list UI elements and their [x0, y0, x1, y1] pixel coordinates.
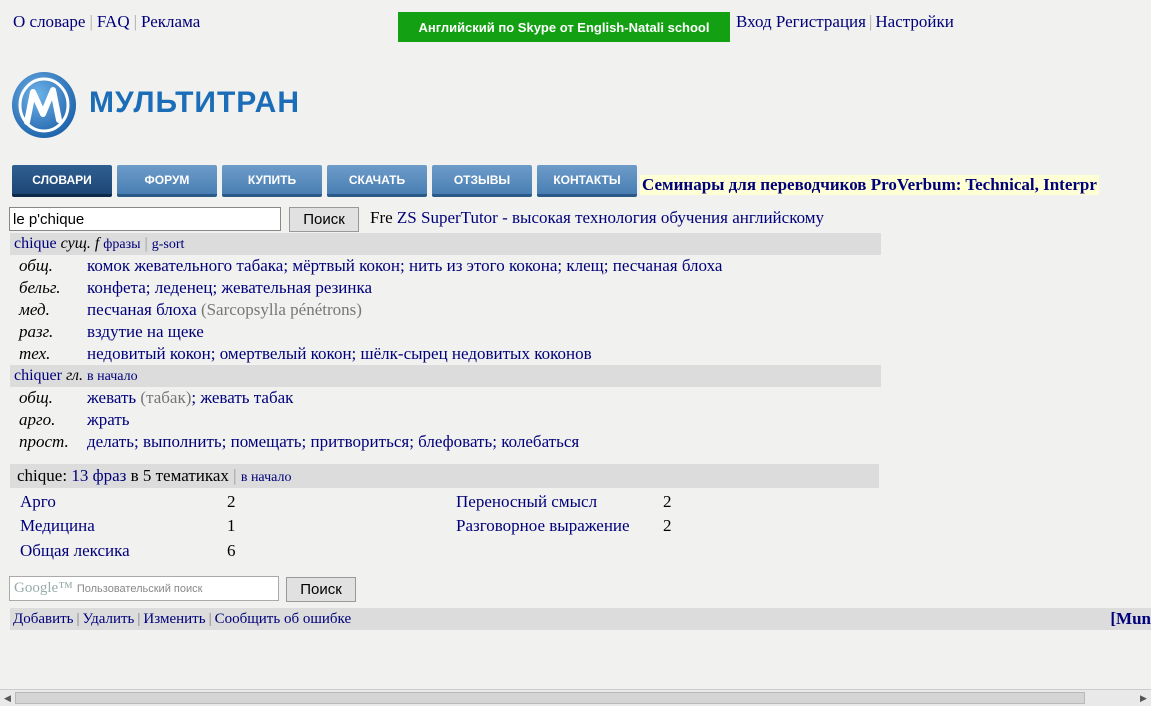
- subject-label: общ.: [19, 388, 53, 407]
- nav-download[interactable]: СКАЧАТЬ: [327, 165, 427, 197]
- part-of-speech: гл.: [65, 367, 83, 384]
- phrases-link[interactable]: фразы: [103, 237, 140, 252]
- nav-dictionaries[interactable]: СЛОВАРИ: [12, 165, 112, 197]
- nav-contacts[interactable]: КОНТАКТЫ: [537, 165, 637, 197]
- part-of-speech: сущ.: [60, 235, 91, 252]
- search-input[interactable]: [9, 207, 281, 231]
- summary-word: chique: [17, 466, 63, 485]
- translation-text[interactable]: вздутие на щеке: [87, 322, 204, 341]
- login-link[interactable]: Вход: [736, 12, 772, 31]
- ad-banner[interactable]: Английский по Skype от English-Natali sc…: [398, 12, 730, 42]
- subject-label: тех.: [19, 344, 51, 363]
- add-link[interactable]: Добавить: [13, 611, 74, 627]
- translation-text[interactable]: комок жевательного табака; мёртвый кокон…: [87, 256, 722, 275]
- topic-link[interactable]: Арго: [20, 490, 56, 514]
- nav-buy[interactable]: КУПИТЬ: [222, 165, 322, 197]
- delete-link[interactable]: Удалить: [83, 611, 135, 627]
- settings-link[interactable]: Настройки: [875, 12, 953, 31]
- translation-row: общ. комок жевательного табака; мёртвый к…: [19, 255, 722, 277]
- translation-row: прост. делать; выполнить; помещать; притв…: [19, 431, 579, 453]
- entry-word[interactable]: chique: [14, 235, 57, 252]
- footer-bar: Добавить | Удалить | Изменить | Сообщить об ош…: [10, 608, 1151, 630]
- translation-text[interactable]: жрать: [87, 410, 130, 429]
- google-logo: Google™: [14, 580, 73, 596]
- translation-note: (Sarcopsylla pénétrons): [200, 300, 362, 319]
- phrases-count-link[interactable]: 13 фраз: [71, 466, 126, 485]
- entry-header: chique сущ. f фразы | g-sort: [10, 233, 881, 255]
- report-error-link[interactable]: Сообщить об ошибке: [215, 611, 352, 627]
- topic-link[interactable]: Разговорное выражение: [456, 514, 630, 538]
- search-button[interactable]: Поиск: [289, 207, 359, 232]
- subject-label: мед.: [19, 300, 50, 319]
- subject-label: разг.: [19, 322, 54, 341]
- topic-count: 2: [663, 492, 672, 511]
- to-top-link[interactable]: в начало: [87, 369, 138, 384]
- topic-count: 2: [663, 516, 672, 535]
- entry-header: chiquer гл. в начало: [10, 365, 881, 387]
- topic-link[interactable]: Общая лексика: [20, 539, 130, 563]
- promo-line: Fre ZS SuperTutor - высокая технология о…: [370, 208, 824, 228]
- account-links: Вход Регистрация | Настройки: [736, 12, 954, 32]
- scroll-right-icon[interactable]: ▶: [1136, 691, 1151, 705]
- translation-text[interactable]: песчаная блоха: [87, 300, 197, 319]
- promo-link[interactable]: ZS SuperTutor - высокая технология обуче…: [397, 208, 824, 227]
- summary-rest: в 5 тематиках: [130, 466, 229, 485]
- separator: |: [233, 466, 237, 485]
- translation-note: (табак): [140, 388, 192, 407]
- logo-text: МУЛЬТИТРАН: [89, 86, 301, 119]
- footer-right-link[interactable]: [Mun: [1110, 608, 1151, 630]
- translation-text[interactable]: ; жевать табак: [191, 388, 293, 407]
- topic-count: 1: [227, 516, 236, 535]
- topic-count: 2: [227, 492, 236, 511]
- translation-row: арго. жрать: [19, 409, 130, 431]
- gender: f: [94, 235, 100, 252]
- about-link[interactable]: О словаре: [13, 12, 85, 31]
- scroll-left-icon[interactable]: ◀: [0, 691, 15, 705]
- translation-row: общ. жевать (табак); жевать табак: [19, 387, 293, 409]
- language-label: Fre: [370, 208, 393, 227]
- main-nav: СЛОВАРИ ФОРУМ КУПИТЬ СКАЧАТЬ ОТЗЫВЫ КОНТ…: [12, 165, 637, 197]
- separator: |: [133, 12, 138, 31]
- translation-text[interactable]: делать; выполнить; помещать; притворитьс…: [87, 432, 579, 451]
- g-sort-link[interactable]: g-sort: [152, 237, 185, 252]
- google-search-input[interactable]: Google™ Пользовательский поиск: [9, 576, 279, 601]
- translation-text[interactable]: конфета; леденец; жевательная резинка: [87, 278, 372, 297]
- scrollbar-thumb[interactable]: [15, 692, 1085, 704]
- multitran-logo[interactable]: МУЛЬТИТРАН: [11, 70, 321, 140]
- faq-link[interactable]: FAQ: [97, 12, 130, 31]
- subject-label: арго.: [19, 410, 56, 429]
- translation-text[interactable]: недовитый кокон; омертвелый кокон; шёлк-…: [87, 344, 592, 363]
- topic-link[interactable]: Медицина: [20, 514, 95, 538]
- google-search-placeholder: Пользовательский поиск: [76, 582, 203, 595]
- to-top-link[interactable]: в начало: [241, 470, 292, 485]
- ads-link[interactable]: Реклама: [141, 12, 200, 31]
- register-link[interactable]: Регистрация: [776, 12, 866, 31]
- seminar-link[interactable]: Семинары для переводчиков ProVerbum: Tec…: [640, 175, 1099, 195]
- google-search-button[interactable]: Поиск: [286, 577, 356, 602]
- nav-reviews[interactable]: ОТЗЫВЫ: [432, 165, 532, 197]
- translation-row: разг. вздутие на щеке: [19, 321, 204, 343]
- phrases-summary: chique: 13 фраз в 5 тематиках | в начало: [10, 464, 879, 488]
- edit-link[interactable]: Изменить: [143, 611, 205, 627]
- separator: |: [144, 235, 148, 252]
- topic-link[interactable]: Переносный смысл: [456, 490, 597, 514]
- subject-label: прост.: [19, 432, 69, 451]
- entry-word[interactable]: chiquer: [14, 367, 62, 384]
- translation-row: мед. песчаная блоха (Sarcopsylla pénétron…: [19, 299, 362, 321]
- horizontal-scrollbar[interactable]: ◀ ▶: [0, 689, 1151, 706]
- subject-label: общ.: [19, 256, 53, 275]
- separator: |: [208, 611, 212, 627]
- top-links: О словаре | FAQ | Реклама: [13, 12, 200, 32]
- translation-text[interactable]: жевать: [87, 388, 136, 407]
- separator: |: [137, 611, 141, 627]
- subject-label: бельг.: [19, 278, 61, 297]
- translation-row: бельг. конфета; леденец; жевательная рези…: [19, 277, 372, 299]
- translation-row: тех. недовитый кокон; омертвелый кокон; ш…: [19, 343, 592, 365]
- separator: |: [868, 12, 873, 31]
- nav-forum[interactable]: ФОРУМ: [117, 165, 217, 197]
- topic-count: 6: [227, 541, 236, 560]
- separator: |: [89, 12, 93, 31]
- separator: |: [76, 611, 80, 627]
- logo-m-icon: [12, 72, 76, 138]
